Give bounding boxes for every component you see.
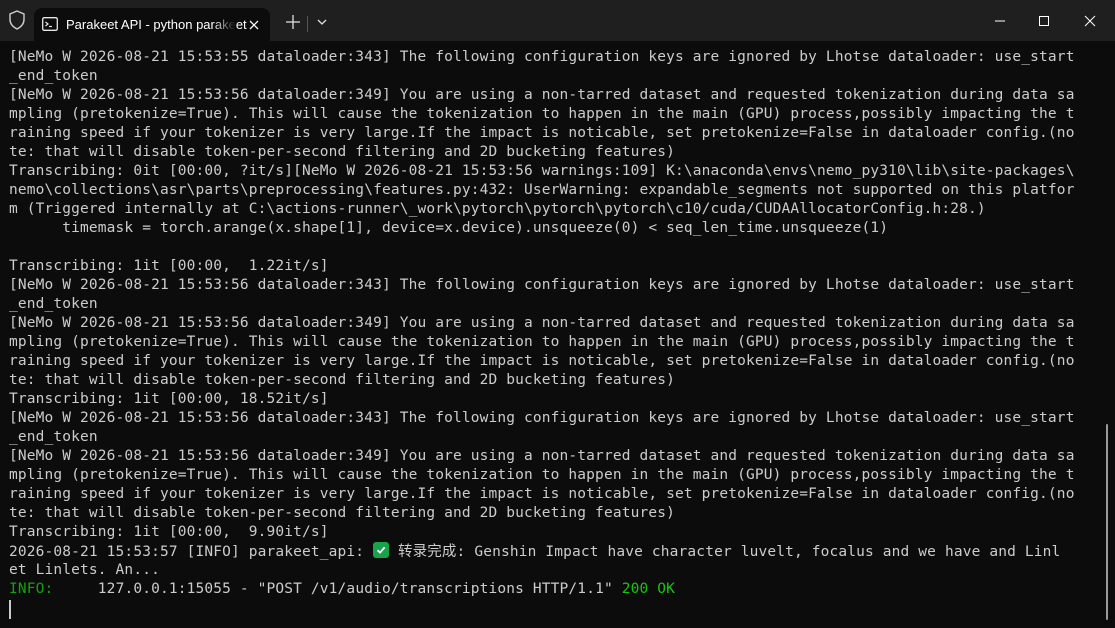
tab-title-fade [212,12,236,36]
log-line: raining speed if your tokenizer is very … [9,125,1075,141]
log-line: [NeMo W 2026-08-21 15:53:56 dataloader:3… [9,315,1075,331]
tab-parakeet-api[interactable]: Parakeet API - python parakeet [34,8,270,41]
log-line: _end_token [9,68,98,84]
result-line: 2026-08-21 15:53:57 [INFO] parakeet_api:… [9,542,1100,561]
result-prefix: 2026-08-21 15:53:57 [INFO] parakeet_api: [9,544,374,560]
access-message: 127.0.0.1:15055 - "POST /v1/audio/transc… [53,581,622,597]
access-log-line: INFO: 127.0.0.1:15055 - "POST /v1/audio/… [9,580,1100,599]
log-line: m (Triggered internally at C:\actions-ru… [9,201,986,217]
tab-title: Parakeet API - python parakeet [66,17,247,32]
maximize-icon[interactable] [1024,6,1064,36]
terminal-output[interactable]: [NeMo W 2026-08-21 15:53:55 dataloader:3… [0,48,1100,628]
close-icon[interactable] [246,17,262,33]
log-line: te: that will disable token-per-second f… [9,505,675,521]
log-line: mpling (pretokenize=True). This will cau… [9,106,1075,122]
scrollbar[interactable] [1106,424,1108,620]
title-bar: Parakeet API - python parakeet [0,0,1115,41]
log-line: nemo\collections\asr\parts\preprocessing… [9,182,1075,198]
minimize-icon[interactable] [980,6,1020,36]
log-line: Transcribing: 1it [00:00, 1.22it/s] [9,258,329,274]
status-code: 200 OK [621,581,675,597]
log-lines: [NeMo W 2026-08-21 15:53:55 dataloader:3… [9,48,1100,542]
log-line: Transcribing: 0it [00:00, ?it/s][NeMo W … [9,163,1075,179]
result-continuation: et Linlets. An... [9,562,160,578]
text-cursor [9,600,11,619]
terminal-icon [42,17,58,31]
log-line: te: that will disable token-per-second f… [9,372,675,388]
log-line: _end_token [9,296,98,312]
log-line: Transcribing: 1it [00:00, 18.52it/s] [9,391,329,407]
log-line: raining speed if your tokenizer is very … [9,353,1075,369]
plus-icon[interactable] [281,10,305,34]
log-line: Transcribing: 1it [00:00, 9.90it/s] [9,524,329,540]
log-line: mpling (pretokenize=True). This will cau… [9,334,1075,350]
log-line: [NeMo W 2026-08-21 15:53:56 dataloader:3… [9,87,1075,103]
log-level: INFO: [9,581,54,597]
log-line: [NeMo W 2026-08-21 15:53:55 dataloader:3… [9,49,1075,65]
shield-icon[interactable] [8,10,26,30]
chevron-down-icon[interactable] [312,12,332,32]
log-line: raining speed if your tokenizer is very … [9,486,1075,502]
log-line: [NeMo W 2026-08-21 15:53:56 dataloader:3… [9,410,1075,426]
terminal-window: Parakeet API - python parakeet [NeMo W 2… [0,0,1115,628]
log-line: [NeMo W 2026-08-21 15:53:56 dataloader:3… [9,277,1075,293]
result-text: 转录完成: Genshin Impact have character luve… [389,544,1061,560]
close-icon[interactable] [1070,6,1110,36]
log-line: _end_token [9,429,98,445]
log-line: [NeMo W 2026-08-21 15:53:56 dataloader:3… [9,448,1075,464]
title-separator [307,16,308,32]
log-line: mpling (pretokenize=True). This will cau… [9,467,1075,483]
check-mark-icon [373,542,390,558]
log-line: timemask = torch.arange(x.shape[1], devi… [9,220,889,236]
log-line: te: that will disable token-per-second f… [9,144,675,160]
